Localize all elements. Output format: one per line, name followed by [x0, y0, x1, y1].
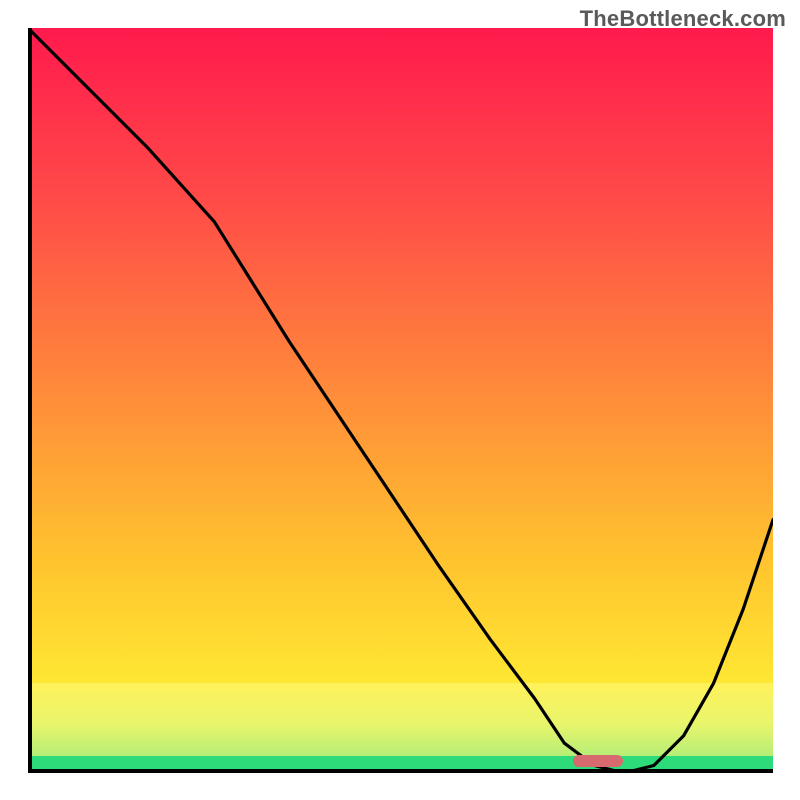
x-axis	[28, 769, 773, 773]
bottleneck-curve	[28, 28, 773, 773]
optimal-marker	[573, 755, 623, 767]
curve-path	[28, 28, 773, 773]
watermark-text: TheBottleneck.com	[580, 6, 786, 32]
plot-area	[28, 28, 773, 773]
bottleneck-chart: TheBottleneck.com	[0, 0, 800, 800]
y-axis	[28, 28, 32, 773]
